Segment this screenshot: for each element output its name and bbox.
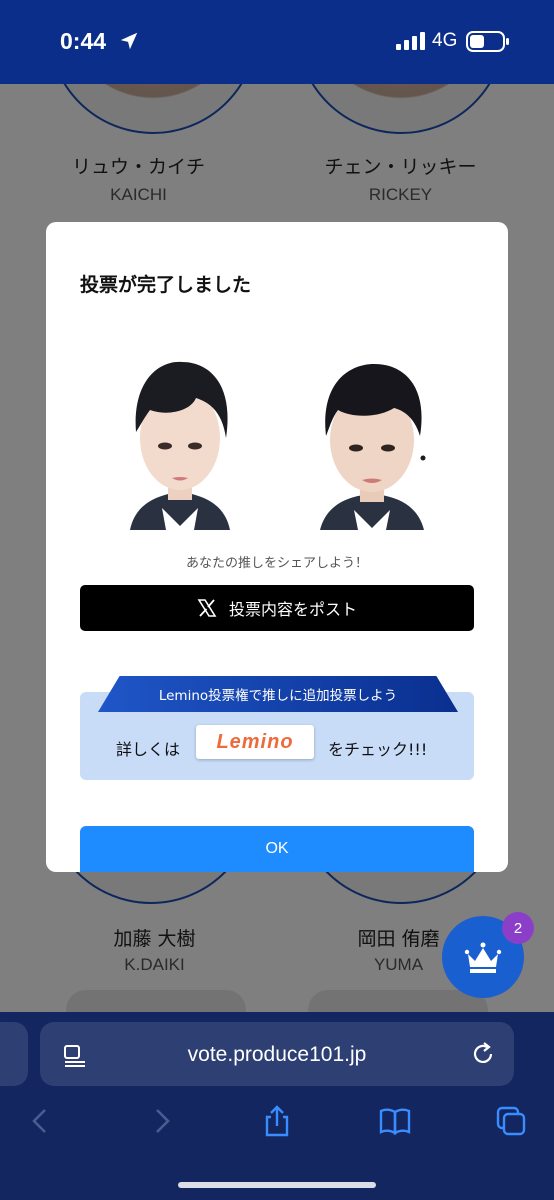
post-to-x-button[interactable]: 投票内容をポスト — [80, 585, 474, 631]
post-button-label: 投票内容をポスト — [228, 600, 357, 619]
network-type: 4G — [432, 30, 458, 51]
ok-button[interactable]: OK — [80, 826, 474, 872]
ranking-count-badge: 2 — [502, 912, 534, 944]
forward-icon[interactable] — [144, 1104, 178, 1138]
lemino-promo-banner: Lemino投票権で推しに追加投票しよう — [98, 676, 458, 712]
voted-member-photo — [110, 340, 250, 530]
vote-complete-modal: 投票が完了しました あなたの推しをシェアしよう！ 投票内容をポスト Lemino… — [46, 222, 508, 872]
address-bar[interactable]: vote.produce101.jp — [40, 1022, 514, 1086]
previous-tab-address[interactable] — [0, 1022, 28, 1086]
lemino-promo-suffix: をチェック!!! — [328, 740, 428, 759]
tabs-icon[interactable] — [494, 1104, 528, 1138]
location-arrow-icon — [120, 32, 138, 50]
lemino-promo-prefix: 詳しくは — [116, 740, 181, 759]
battery-icon — [466, 31, 509, 52]
modal-title: 投票が完了しました — [80, 274, 252, 296]
cellular-signal-icon — [396, 32, 425, 50]
address-url: vote.produce101.jp — [187, 1043, 367, 1066]
back-icon[interactable] — [24, 1104, 58, 1138]
share-prompt: あなたの推しをシェアしよう！ — [185, 556, 368, 571]
browser-toolbar: vote.produce101.jp — [0, 1012, 554, 1200]
voted-member-photo — [302, 340, 442, 530]
lemino-logo-link[interactable]: Lemino — [196, 725, 314, 759]
home-indicator — [178, 1182, 376, 1188]
x-logo-icon — [197, 599, 217, 617]
share-icon[interactable] — [260, 1104, 294, 1138]
status-time: 0:44 — [60, 28, 107, 54]
crown-icon — [464, 942, 502, 973]
bookmarks-icon[interactable] — [378, 1104, 412, 1138]
status-bar: 0:44 4G — [0, 0, 554, 84]
reload-icon[interactable] — [470, 1041, 496, 1067]
